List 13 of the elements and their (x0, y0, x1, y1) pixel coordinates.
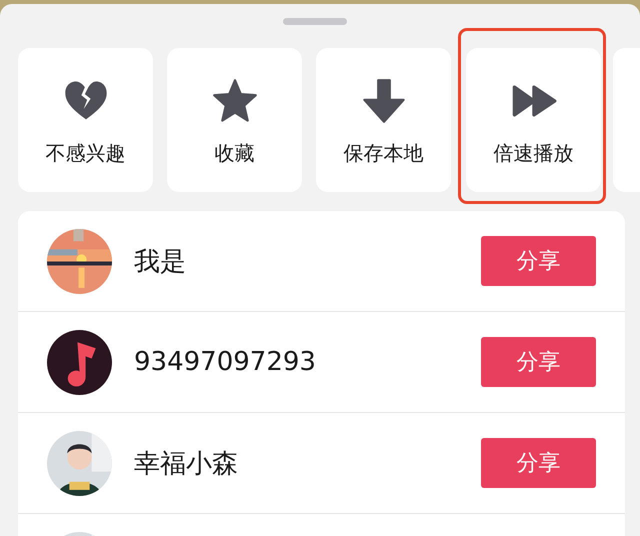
down-arrow-icon (360, 78, 406, 124)
action-button[interactable]: 倍速播放 (466, 48, 601, 192)
contact-name: 我是 (134, 246, 187, 278)
drag-handle[interactable] (283, 18, 347, 25)
share-button[interactable]: 分享 (481, 438, 596, 488)
contact-name: 幸福小森 (134, 448, 239, 480)
action-button[interactable]: 保存本地 (316, 48, 451, 192)
contact-name: 93497097293 (134, 347, 317, 377)
share-button[interactable]: 分享 (481, 236, 596, 286)
action-button[interactable]: 不感兴趣 (18, 48, 153, 192)
share-button[interactable]: 分享 (481, 337, 596, 387)
action-button[interactable]: 收藏 (167, 48, 302, 192)
star-icon (212, 78, 258, 124)
